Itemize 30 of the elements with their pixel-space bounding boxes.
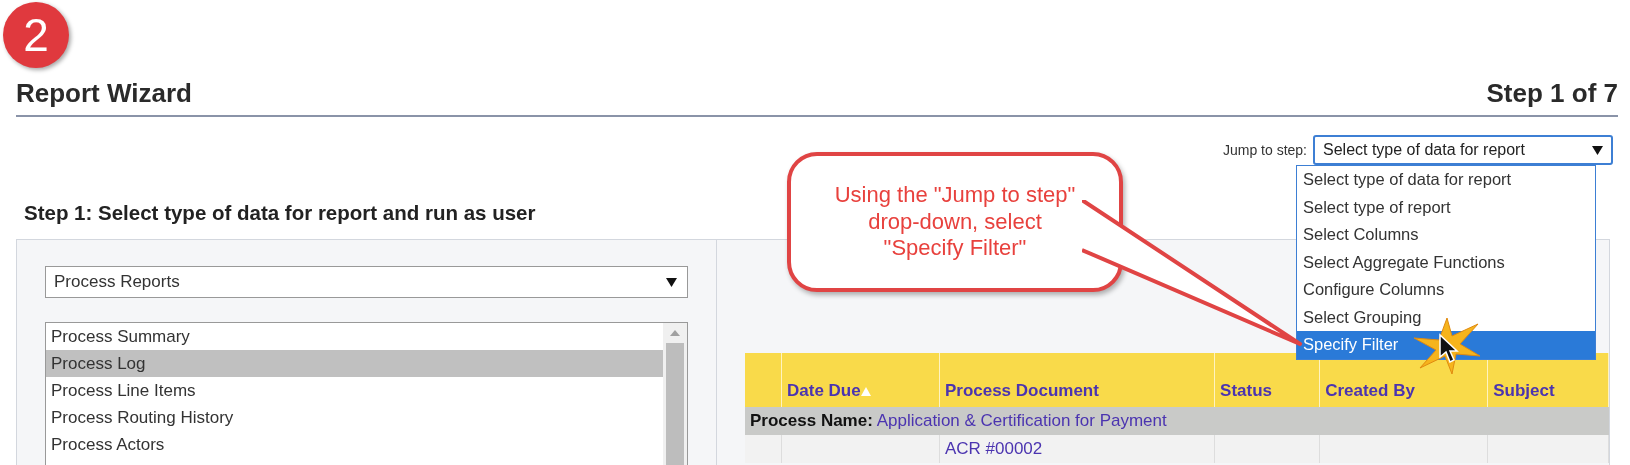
step-number-badge: 2 [3, 2, 69, 68]
page-title: Report Wizard [16, 78, 192, 109]
group-label: Process Name: [750, 411, 873, 430]
dropdown-option[interactable]: Configure Columns [1297, 276, 1595, 304]
report-listbox[interactable]: Process Summary Process Log Process Line Items Process Routing History Process Actors [45, 322, 688, 465]
dropdown-caret-icon [1592, 145, 1603, 155]
report-list-item[interactable]: Process Summary [46, 323, 663, 350]
dropdown-option[interactable]: Select Aggregate Functions [1297, 248, 1595, 276]
group-link[interactable]: Application & Certification for Payment [876, 411, 1167, 430]
dropdown-option[interactable]: Select Columns [1297, 221, 1595, 249]
report-list-item[interactable]: Process Log [46, 350, 663, 377]
callout-text: Using the "Jump to step" drop-down, select "Specify Filter" [833, 182, 1077, 262]
scroll-up-icon[interactable] [670, 330, 680, 336]
column-header[interactable]: Date Due [781, 353, 940, 407]
jump-label: Jump to step: [1222, 142, 1307, 158]
dropdown-caret-icon [666, 277, 677, 287]
data-type-select[interactable]: Process Reports [45, 266, 688, 298]
dropdown-option[interactable]: Select Grouping [1297, 303, 1595, 331]
dropdown-option[interactable]: Select type of report [1297, 193, 1595, 221]
dropdown-option[interactable]: Select type of data for report [1297, 166, 1595, 194]
jump-to-step-dropdown[interactable]: Select type of data for report [1313, 135, 1613, 165]
report-list-item[interactable]: Process Routing History [46, 404, 663, 431]
step-heading: Step 1: Select type of data for report and run as user [24, 201, 536, 225]
scrollbar[interactable] [663, 323, 687, 465]
column-header[interactable]: Process Document [939, 353, 1215, 407]
step-counter: Step 1 of 7 [1486, 78, 1618, 109]
report-list-item[interactable]: Process Line Items [46, 377, 663, 404]
report-list-item[interactable]: Process Actors [46, 431, 663, 458]
sort-triangle-icon [860, 387, 871, 396]
column-header[interactable]: Status [1214, 353, 1320, 407]
